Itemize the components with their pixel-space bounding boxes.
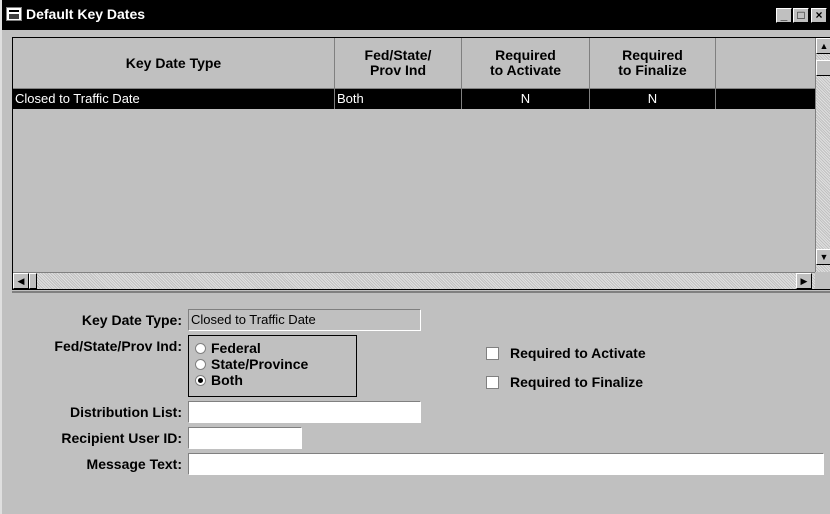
scroll-left-icon[interactable]: ◀ [13, 273, 29, 289]
scroll-up-icon[interactable]: ▲ [816, 38, 830, 54]
required-to-finalize-checkbox[interactable]: Required to Finalize [486, 374, 643, 390]
distribution-list-field[interactable] [188, 401, 421, 423]
detail-form: Key Date Type: Closed to Traffic Date Fe… [12, 291, 830, 514]
cell-fed-state-prov: Both [335, 89, 462, 109]
window-title: Default Key Dates [26, 6, 146, 22]
message-text-label: Message Text: [86, 456, 182, 472]
grid-header: Key Date Type Fed/State/ Prov Ind Requir… [13, 38, 815, 89]
cell-key-date-type: Closed to Traffic Date [13, 89, 335, 109]
radio-both[interactable]: Both [195, 372, 243, 388]
fed-state-prov-radio-group: Federal State/Province Both [188, 335, 357, 397]
column-header-fed-state-prov[interactable]: Fed/State/ Prov Ind [335, 38, 462, 88]
radio-federal[interactable]: Federal [195, 340, 261, 356]
maximize-button[interactable]: □ [793, 8, 809, 23]
radio-unselected-icon [195, 359, 206, 370]
fed-state-prov-label: Fed/State/Prov Ind: [54, 338, 182, 354]
column-header-required-finalize[interactable]: Required to Finalize [590, 38, 716, 88]
title-bar[interactable]: Default Key Dates _ □ × [2, 0, 830, 30]
recipient-user-id-field[interactable] [188, 427, 302, 449]
key-date-type-field: Closed to Traffic Date [188, 309, 421, 331]
cell-required-finalize: N [590, 89, 716, 109]
app-icon [6, 7, 22, 21]
minimize-button[interactable]: _ [776, 8, 792, 23]
radio-state-province[interactable]: State/Province [195, 356, 308, 372]
key-date-type-label: Key Date Type: [81, 312, 182, 328]
horizontal-scroll-thumb[interactable] [29, 273, 37, 289]
scroll-down-icon[interactable]: ▼ [816, 249, 830, 265]
radio-unselected-icon [195, 343, 206, 354]
checkbox-icon [486, 347, 499, 360]
column-header-key-date-type[interactable]: Key Date Type [13, 38, 335, 88]
close-button[interactable]: × [811, 8, 827, 23]
recipient-user-id-label: Recipient User ID: [61, 430, 182, 446]
default-key-dates-window: Default Key Dates _ □ × Key Date Type Fe… [0, 0, 830, 514]
checkbox-icon [486, 376, 499, 389]
column-header-required-activate[interactable]: Required to Activate [462, 38, 590, 88]
table-row[interactable]: Closed to Traffic Date Both N N [13, 89, 815, 109]
message-text-field[interactable] [188, 453, 824, 475]
cell-required-activate: N [462, 89, 590, 109]
vertical-scrollbar[interactable]: ▲ ▼ [815, 38, 830, 272]
radio-selected-icon [195, 375, 206, 386]
vertical-scroll-thumb[interactable] [816, 60, 830, 76]
horizontal-scrollbar[interactable]: ◀ ▶ [13, 272, 815, 289]
distribution-list-label: Distribution List: [70, 404, 182, 420]
key-dates-grid: Key Date Type Fed/State/ Prov Ind Requir… [12, 37, 830, 290]
required-to-activate-checkbox[interactable]: Required to Activate [486, 345, 646, 361]
scroll-right-icon[interactable]: ▶ [796, 273, 812, 289]
